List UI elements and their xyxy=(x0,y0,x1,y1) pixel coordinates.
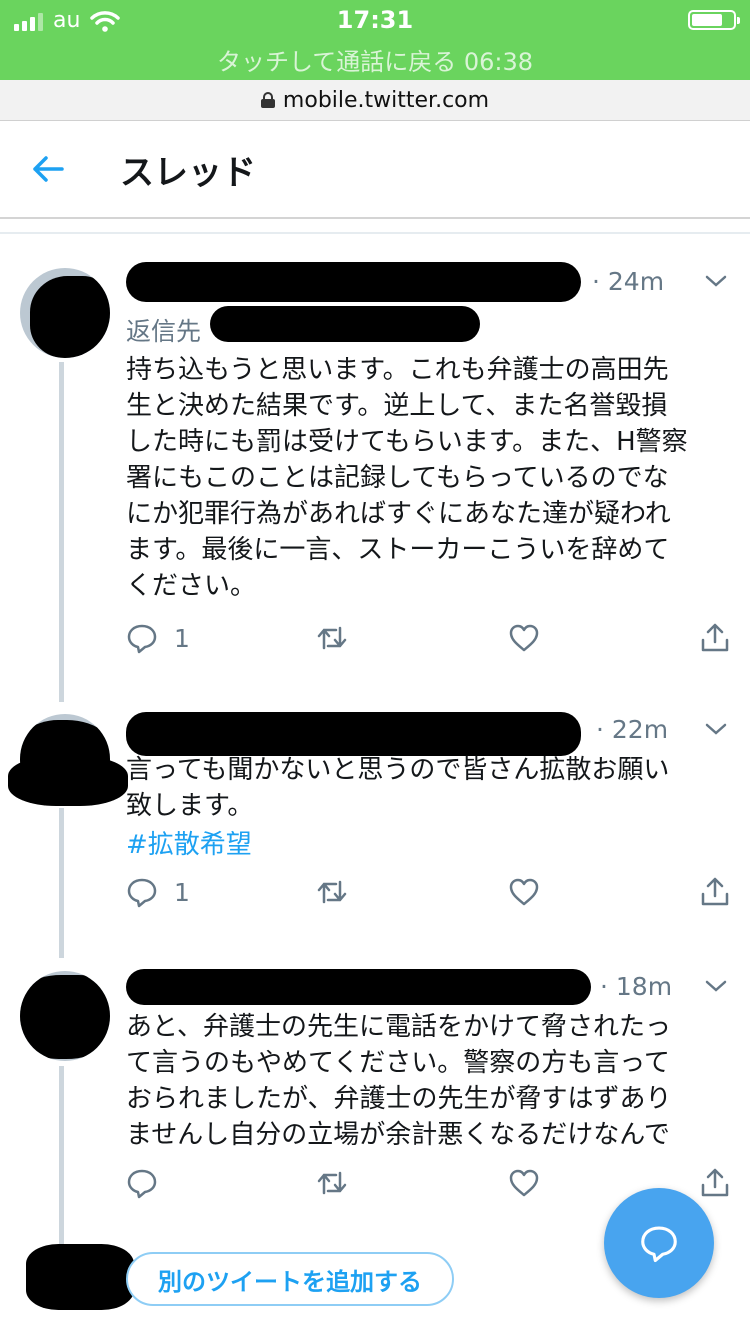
url-bar[interactable]: mobile.twitter.com xyxy=(0,80,750,121)
retweet-button[interactable] xyxy=(316,1167,348,1199)
tweet-timestamp[interactable]: · 24m xyxy=(592,267,664,296)
back-arrow-icon xyxy=(33,156,64,182)
back-button[interactable] xyxy=(30,151,66,187)
tweet-actions: 1 xyxy=(126,876,736,916)
reply-icon xyxy=(127,1169,157,1199)
tweet-author[interactable] xyxy=(126,260,586,302)
retweet-icon xyxy=(317,1171,347,1195)
divider xyxy=(0,232,750,234)
redacted-name xyxy=(126,712,581,756)
reply-icon xyxy=(127,878,157,908)
tweet-timestamp[interactable]: · 18m xyxy=(600,972,672,1001)
tweet[interactable]: · 18m あと、弁護士の先生に電話をかけて脅されたっ て言うのもやめてください… xyxy=(0,955,750,1215)
redacted-name xyxy=(126,262,581,302)
like-button[interactable] xyxy=(508,622,540,654)
compose-icon xyxy=(641,1226,677,1263)
clock: 17:31 xyxy=(336,6,414,34)
retweet-button[interactable] xyxy=(316,622,348,654)
like-button[interactable] xyxy=(508,1167,540,1199)
chevron-down-icon[interactable] xyxy=(704,717,728,741)
share-button[interactable] xyxy=(699,876,731,908)
redacted-scribble xyxy=(8,756,128,806)
tweet-author[interactable] xyxy=(126,712,586,756)
retweet-icon xyxy=(317,626,347,650)
retweet-button[interactable] xyxy=(316,876,348,908)
page-header: スレッド xyxy=(0,121,750,219)
reply-button[interactable]: 1 xyxy=(126,876,190,908)
battery-icon xyxy=(688,10,740,30)
avatar[interactable] xyxy=(20,268,110,358)
share-icon xyxy=(701,623,729,652)
tweet-text: 言っても聞かないと思うので皆さん拡散お願い 致します。 xyxy=(126,755,670,821)
tweet-text: 持ち込もうと思います。これも弁護士の高田先 生と決めた結果です。逆上して、また名… xyxy=(126,355,688,601)
share-button[interactable] xyxy=(699,622,731,654)
chevron-down-icon[interactable] xyxy=(704,269,728,293)
status-bar: au 17:31 タッチして通話に戻る 06:38 xyxy=(0,0,750,80)
reply-count: 1 xyxy=(174,623,190,653)
like-icon xyxy=(509,1169,539,1197)
share-icon xyxy=(701,877,729,906)
tweet[interactable]: · 24m 返信先 持ち込もうと思います。これも弁護士の高田先 生と決めた結果で… xyxy=(0,250,750,690)
like-button[interactable] xyxy=(508,876,540,908)
tweet-text: あと、弁護士の先生に電話をかけて脅されたっ て言うのもやめてください。警察の方も… xyxy=(126,1012,672,1150)
hashtag-link[interactable]: #拡散希望 xyxy=(126,824,252,861)
composer-avatar xyxy=(26,1244,134,1310)
share-icon xyxy=(701,1168,729,1197)
reply-button[interactable]: 1 xyxy=(126,622,190,654)
chevron-down-icon[interactable] xyxy=(704,974,728,998)
tweet-actions: 1 xyxy=(126,622,736,662)
retweet-icon xyxy=(317,880,347,904)
reply-button[interactable] xyxy=(126,1167,174,1199)
tweet-author[interactable] xyxy=(126,969,596,1005)
compose-button[interactable] xyxy=(604,1188,714,1298)
return-to-call-banner[interactable]: タッチして通話に戻る 06:38 xyxy=(0,42,750,77)
reply-to-label: 返信先 xyxy=(126,317,202,346)
add-tweet-button[interactable]: 別のツイートを追加する xyxy=(126,1252,454,1306)
like-icon xyxy=(509,624,539,652)
lock-icon xyxy=(260,92,275,108)
like-icon xyxy=(509,878,539,906)
reply-count: 1 xyxy=(174,877,190,907)
tweet[interactable]: · 22m 言っても聞かないと思うので皆さん拡散お願い 致します。 #拡散希望 … xyxy=(0,698,750,948)
share-button[interactable] xyxy=(699,1167,731,1199)
tweet-timestamp[interactable]: · 22m xyxy=(596,715,668,744)
redacted-handle xyxy=(210,306,480,342)
page-title: スレッド xyxy=(120,153,256,193)
avatar[interactable] xyxy=(20,971,110,1061)
reply-icon xyxy=(127,624,157,654)
redacted-name xyxy=(126,969,591,1005)
url-text: mobile.twitter.com xyxy=(282,87,490,113)
